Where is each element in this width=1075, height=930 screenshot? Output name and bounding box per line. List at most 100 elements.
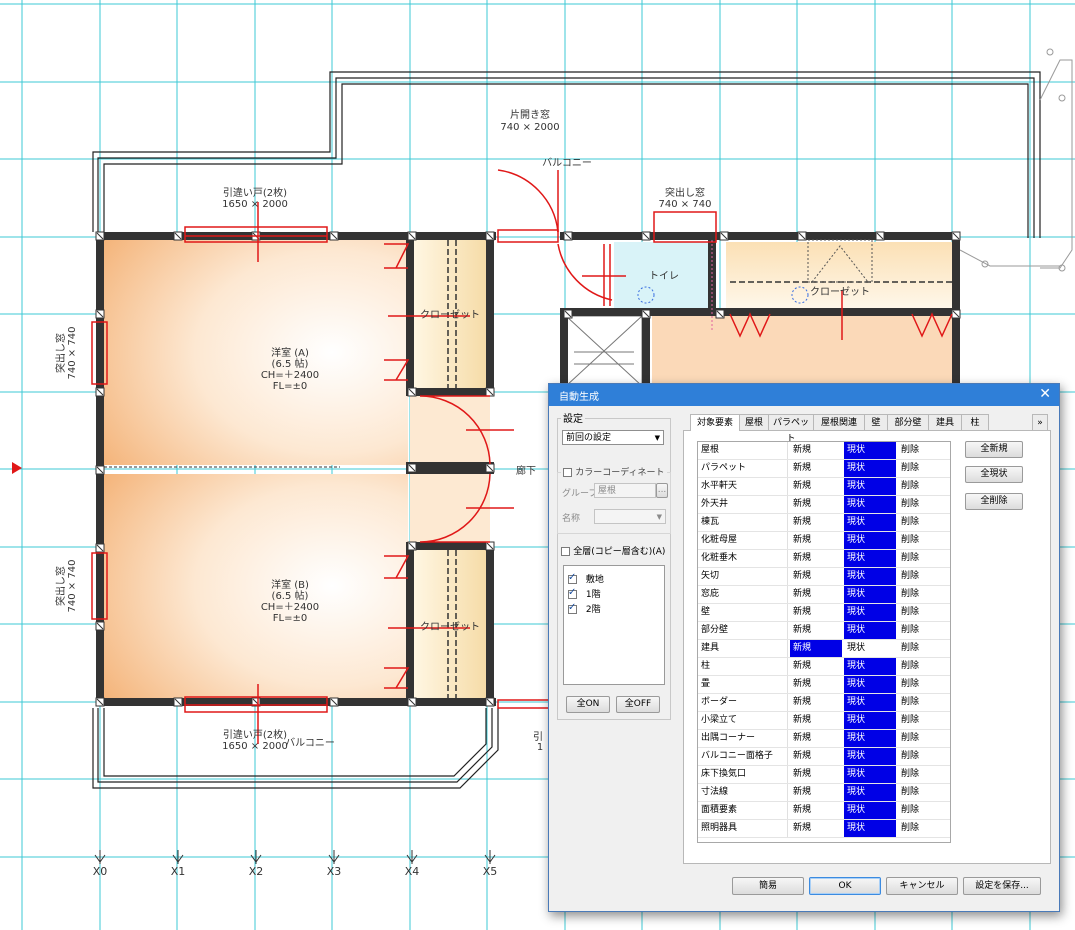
current-option-cell[interactable]: 現状 [844, 514, 896, 531]
delete-option-cell[interactable]: 削除 [898, 784, 948, 801]
layer-item[interactable]: 1階 [568, 587, 601, 600]
new-option-cell[interactable]: 新規 [790, 694, 842, 711]
tab-parapet[interactable]: パラペット [768, 414, 814, 444]
color-coordinate-checkbox[interactable]: カラーコーディネート [561, 465, 667, 478]
table-row: 窓庇 新規 現状 削除 [698, 586, 950, 604]
new-option-cell[interactable]: 新規 [790, 478, 842, 495]
tab-fittings[interactable]: 建具 [928, 414, 962, 430]
delete-option-cell[interactable]: 削除 [898, 550, 948, 567]
delete-option-cell[interactable]: 削除 [898, 460, 948, 477]
delete-option-cell[interactable]: 削除 [898, 712, 948, 729]
new-option-cell[interactable]: 新規 [790, 766, 842, 783]
delete-option-cell[interactable]: 削除 [898, 442, 948, 459]
delete-option-cell[interactable]: 削除 [898, 622, 948, 639]
delete-option-cell[interactable]: 削除 [898, 496, 948, 513]
new-option-cell[interactable]: 新規 [790, 676, 842, 693]
layer-item[interactable]: 2階 [568, 602, 601, 615]
table-row: バルコニー面格子 新規 現状 削除 [698, 748, 950, 766]
tab-column[interactable]: 柱 [961, 414, 989, 430]
sliding-door-top-label: 引違い戸(2枚) [223, 186, 287, 199]
new-option-cell[interactable]: 新規 [790, 748, 842, 765]
tab-more-icon[interactable]: » [1032, 414, 1048, 430]
new-option-cell[interactable]: 新規 [790, 460, 842, 477]
all-on-button[interactable]: 全ON [566, 696, 610, 713]
current-option-cell[interactable]: 現状 [844, 730, 896, 747]
delete-option-cell[interactable]: 削除 [898, 730, 948, 747]
delete-option-cell[interactable]: 削除 [898, 766, 948, 783]
new-option-cell[interactable]: 新規 [790, 622, 842, 639]
new-option-cell[interactable]: 新規 [790, 802, 842, 819]
new-option-cell[interactable]: 新規 [790, 550, 842, 567]
new-option-cell[interactable]: 新規 [790, 784, 842, 801]
tab-roof[interactable]: 屋根 [739, 414, 769, 430]
all-new-button[interactable]: 全新規 [965, 441, 1023, 458]
current-option-cell[interactable]: 現状 [844, 820, 896, 837]
all-off-button[interactable]: 全OFF [616, 696, 660, 713]
delete-option-cell[interactable]: 削除 [898, 658, 948, 675]
current-option-cell[interactable]: 現状 [844, 766, 896, 783]
new-option-cell[interactable]: 新規 [790, 820, 842, 837]
new-option-cell[interactable]: 新規 [790, 658, 842, 675]
close-icon[interactable]: ✕ [1039, 386, 1051, 402]
current-option-cell[interactable]: 現状 [844, 712, 896, 729]
delete-option-cell[interactable]: 削除 [898, 586, 948, 603]
current-option-cell[interactable]: 現状 [844, 658, 896, 675]
current-option-cell[interactable]: 現状 [844, 748, 896, 765]
current-option-cell[interactable]: 現状 [844, 478, 896, 495]
save-settings-button[interactable]: 設定を保存... [963, 877, 1041, 895]
delete-option-cell[interactable]: 削除 [898, 748, 948, 765]
current-option-cell[interactable]: 現状 [844, 442, 896, 459]
current-option-cell[interactable]: 現状 [844, 622, 896, 639]
delete-option-cell[interactable]: 削除 [898, 604, 948, 621]
new-option-cell[interactable]: 新規 [790, 604, 842, 621]
group-field: 屋根 [594, 483, 656, 498]
current-option-cell[interactable]: 現状 [844, 550, 896, 567]
current-option-cell[interactable]: 現状 [844, 640, 896, 657]
tab-roof-related[interactable]: 屋根関連 [813, 414, 865, 430]
delete-option-cell[interactable]: 削除 [898, 640, 948, 657]
tab-wall[interactable]: 壁 [864, 414, 888, 430]
current-option-cell[interactable]: 現状 [844, 676, 896, 693]
current-option-cell[interactable]: 現状 [844, 496, 896, 513]
current-option-cell[interactable]: 現状 [844, 604, 896, 621]
current-option-cell[interactable]: 現状 [844, 784, 896, 801]
new-option-cell[interactable]: 新規 [790, 712, 842, 729]
all-delete-button[interactable]: 全削除 [965, 493, 1023, 510]
dialog-title-bar[interactable]: 自動生成 ✕ [549, 384, 1059, 406]
current-option-cell[interactable]: 現状 [844, 460, 896, 477]
delete-option-cell[interactable]: 削除 [898, 568, 948, 585]
delete-option-cell[interactable]: 削除 [898, 676, 948, 693]
tab-target-elements[interactable]: 対象要素 [690, 414, 740, 431]
layer-item[interactable]: 敷地 [568, 572, 604, 585]
delete-option-cell[interactable]: 削除 [898, 802, 948, 819]
new-option-cell[interactable]: 新規 [790, 586, 842, 603]
delete-option-cell[interactable]: 削除 [898, 820, 948, 837]
current-option-cell[interactable]: 現状 [844, 532, 896, 549]
delete-option-cell[interactable]: 削除 [898, 478, 948, 495]
axis-label: X5 [483, 865, 498, 878]
element-name-cell: バルコニー面格子 [698, 748, 788, 765]
current-option-cell[interactable]: 現状 [844, 694, 896, 711]
new-option-cell[interactable]: 新規 [790, 514, 842, 531]
delete-option-cell[interactable]: 削除 [898, 514, 948, 531]
all-current-button[interactable]: 全現状 [965, 466, 1023, 483]
table-row: 部分壁 新規 現状 削除 [698, 622, 950, 640]
all-floors-checkbox[interactable]: 全層(コピー層含む)(A) [561, 544, 665, 557]
new-option-cell[interactable]: 新規 [790, 532, 842, 549]
cancel-button[interactable]: キャンセル [886, 877, 958, 895]
tab-partial-wall[interactable]: 部分壁 [887, 414, 929, 430]
new-option-cell[interactable]: 新規 [790, 442, 842, 459]
simple-button[interactable]: 簡易 [732, 877, 804, 895]
current-option-cell[interactable]: 現状 [844, 802, 896, 819]
element-name-cell: 外天井 [698, 496, 788, 513]
new-option-cell[interactable]: 新規 [790, 568, 842, 585]
new-option-cell[interactable]: 新規 [790, 730, 842, 747]
ok-button[interactable]: OK [809, 877, 881, 895]
delete-option-cell[interactable]: 削除 [898, 532, 948, 549]
current-option-cell[interactable]: 現状 [844, 568, 896, 585]
new-option-cell[interactable]: 新規 [790, 496, 842, 513]
new-option-cell[interactable]: 新規 [790, 640, 842, 657]
current-option-cell[interactable]: 現状 [844, 586, 896, 603]
settings-select[interactable]: 前回の設定 ▼ [562, 430, 664, 445]
delete-option-cell[interactable]: 削除 [898, 694, 948, 711]
